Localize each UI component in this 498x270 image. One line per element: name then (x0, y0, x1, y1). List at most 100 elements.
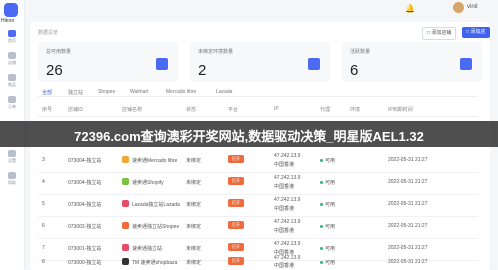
ip-address: 47.242.13.9 (274, 153, 301, 159)
row-index: 8 (42, 259, 45, 265)
column-header: 序号 (42, 107, 53, 113)
tab-mercado-libre[interactable]: Mercado libre (166, 89, 196, 95)
proxy-status-label: 可用 (325, 158, 336, 164)
ip-address: 47.242.13.9 (274, 175, 301, 181)
expiry-date: 2022-05-31 21:27 (388, 259, 428, 265)
sidebar-item-orders[interactable]: 订单 (4, 96, 20, 110)
platform-tabs: 全部 独立站 Shopee Walmart Mercado libre Laza… (38, 86, 478, 97)
table-row[interactable]: 8 073000-独立站 TM 速卖通shopbaza 未绑定 打开 47.24… (38, 254, 478, 270)
home-icon (8, 30, 16, 37)
column-header: IP到期时间 (388, 107, 413, 113)
ip-address: 47.242.13.9 (274, 255, 301, 261)
sidebar-item-label: 首页 (8, 38, 16, 43)
table-row[interactable]: 6 073002-独立站 速卖通独立站Shopee 未绑定 打开 47.242.… (38, 216, 478, 239)
stat-icon (308, 58, 320, 70)
open-button[interactable]: 打开 (228, 221, 244, 229)
column-header: 店铺ID (68, 107, 84, 113)
store-id: 073004-独立站 (68, 158, 102, 164)
store-name: 速卖通Mercado libre (132, 158, 178, 164)
store-name: TM 速卖通shopbaza (132, 260, 178, 266)
help-icon (8, 172, 16, 179)
bind-status: 未绑定 (186, 158, 202, 164)
tab-lazada[interactable]: Lazada (216, 89, 232, 95)
expiry-date: 2022-05-31 21:27 (388, 157, 428, 163)
open-button[interactable]: 打开 (228, 257, 244, 265)
status-dot (320, 247, 323, 251)
tab-independent[interactable]: 独立站 (68, 89, 83, 96)
proxy-status: 可用 (320, 157, 335, 164)
column-header: 状态 (186, 107, 197, 113)
row-index: 4 (42, 179, 45, 185)
ip-region: 中国香港 (274, 184, 295, 190)
bell-icon[interactable]: 🔔 (405, 4, 415, 13)
store-id: 073002-独立站 (68, 224, 102, 230)
table-row[interactable]: 3 073004-独立站 速卖通Mercado libre 未绑定 打开 47.… (38, 150, 478, 173)
store-name: Lazada独立站Lazada (132, 202, 180, 208)
store-icon (122, 258, 129, 265)
column-header: 环境 (350, 107, 361, 113)
stat-card-unbound: 未绑定环境数量 2 (190, 42, 330, 82)
avatar[interactable] (453, 2, 464, 13)
proxy-status-label: 可用 (325, 246, 336, 252)
row-index: 7 (42, 245, 45, 251)
status-dot (320, 225, 323, 229)
tab-walmart[interactable]: Walmart (130, 89, 148, 95)
box-icon (8, 74, 16, 81)
store-icon (122, 222, 129, 229)
open-button[interactable]: 打开 (228, 243, 244, 251)
ip-address: 47.242.13.9 (274, 219, 301, 225)
secondary-action-button[interactable]: □ 添加店铺 (422, 27, 457, 40)
ip-region: 中国香港 (274, 206, 295, 212)
sidebar-item-help[interactable]: 帮助 (4, 172, 20, 186)
table-row[interactable]: 4 073004-独立站 速卖通Shopify 未绑定 打开 47.242.13… (38, 172, 478, 195)
bind-status: 未绑定 (186, 260, 202, 266)
store-id: 073004-独立站 (68, 202, 102, 208)
sidebar-item-stores[interactable]: 店铺 (4, 52, 20, 66)
sidebar-item-label: 订单 (8, 104, 16, 109)
topbar: 🔔 vinit (25, 0, 498, 18)
table-header: 序号 店铺ID 店铺名称 状态 平台 IP 代理 环境 IP到期时间 (38, 104, 478, 117)
sidebar-item-home[interactable]: 首页 (4, 30, 20, 44)
sidebar-item-settings[interactable]: 设置 (4, 150, 20, 164)
store-name: 速卖通独立站 (132, 246, 163, 252)
ip-region: 中国香港 (274, 162, 295, 168)
expiry-date: 2022-05-31 21:27 (388, 223, 428, 229)
expiry-date: 2022-05-31 21:27 (388, 201, 428, 207)
status-dot (320, 261, 323, 265)
stat-value: 6 (350, 62, 359, 79)
overlay-banner: 72396.com查询澳彩开奖网站,数据驱动决策_明星版AEL1.32 (0, 121, 498, 147)
ip-address: 47.242.13.9 (274, 241, 301, 247)
proxy-status: 可用 (320, 223, 335, 230)
column-header: IP (274, 106, 279, 112)
sidebar-item-label: 商品 (8, 82, 16, 87)
stat-value: 2 (198, 62, 207, 79)
bind-status: 未绑定 (186, 246, 202, 252)
stat-value: 26 (46, 62, 63, 79)
stat-label: 总可用数量 (46, 49, 72, 55)
add-store-button[interactable]: □ 添加店铺 (462, 27, 490, 46)
column-header: 代理 (320, 107, 331, 113)
row-index: 5 (42, 201, 45, 207)
table-row[interactable]: 5 073004-独立站 Lazada独立站Lazada 未绑定 打开 47.2… (38, 194, 478, 217)
open-button[interactable]: 打开 (228, 199, 244, 207)
proxy-status: 可用 (320, 245, 335, 252)
stat-card-active: 活跃数量 6 (342, 42, 482, 82)
store-id: 073004-独立站 (68, 180, 102, 186)
open-button[interactable]: 打开 (228, 177, 244, 185)
column-header: 店铺名称 (122, 107, 143, 113)
status-dot (320, 203, 323, 207)
sidebar-item-label: 设置 (8, 158, 16, 163)
open-button[interactable]: 打开 (228, 155, 244, 163)
proxy-status-label: 可用 (325, 260, 336, 266)
list-icon (8, 96, 16, 103)
ip-region: 中国香港 (274, 228, 295, 234)
store-name: 速卖通独立站Shopee (132, 224, 180, 230)
bind-status: 未绑定 (186, 180, 202, 186)
sidebar-item-products[interactable]: 商品 (4, 74, 20, 88)
sidebar-item-label: 帮助 (8, 180, 16, 185)
store-id: 073001-独立站 (68, 246, 102, 252)
tab-all[interactable]: 全部 (42, 89, 52, 96)
tab-shopee[interactable]: Shopee (98, 89, 115, 95)
ip-address: 47.242.13.9 (274, 197, 301, 203)
sidebar-item-label: 店铺 (8, 60, 16, 65)
